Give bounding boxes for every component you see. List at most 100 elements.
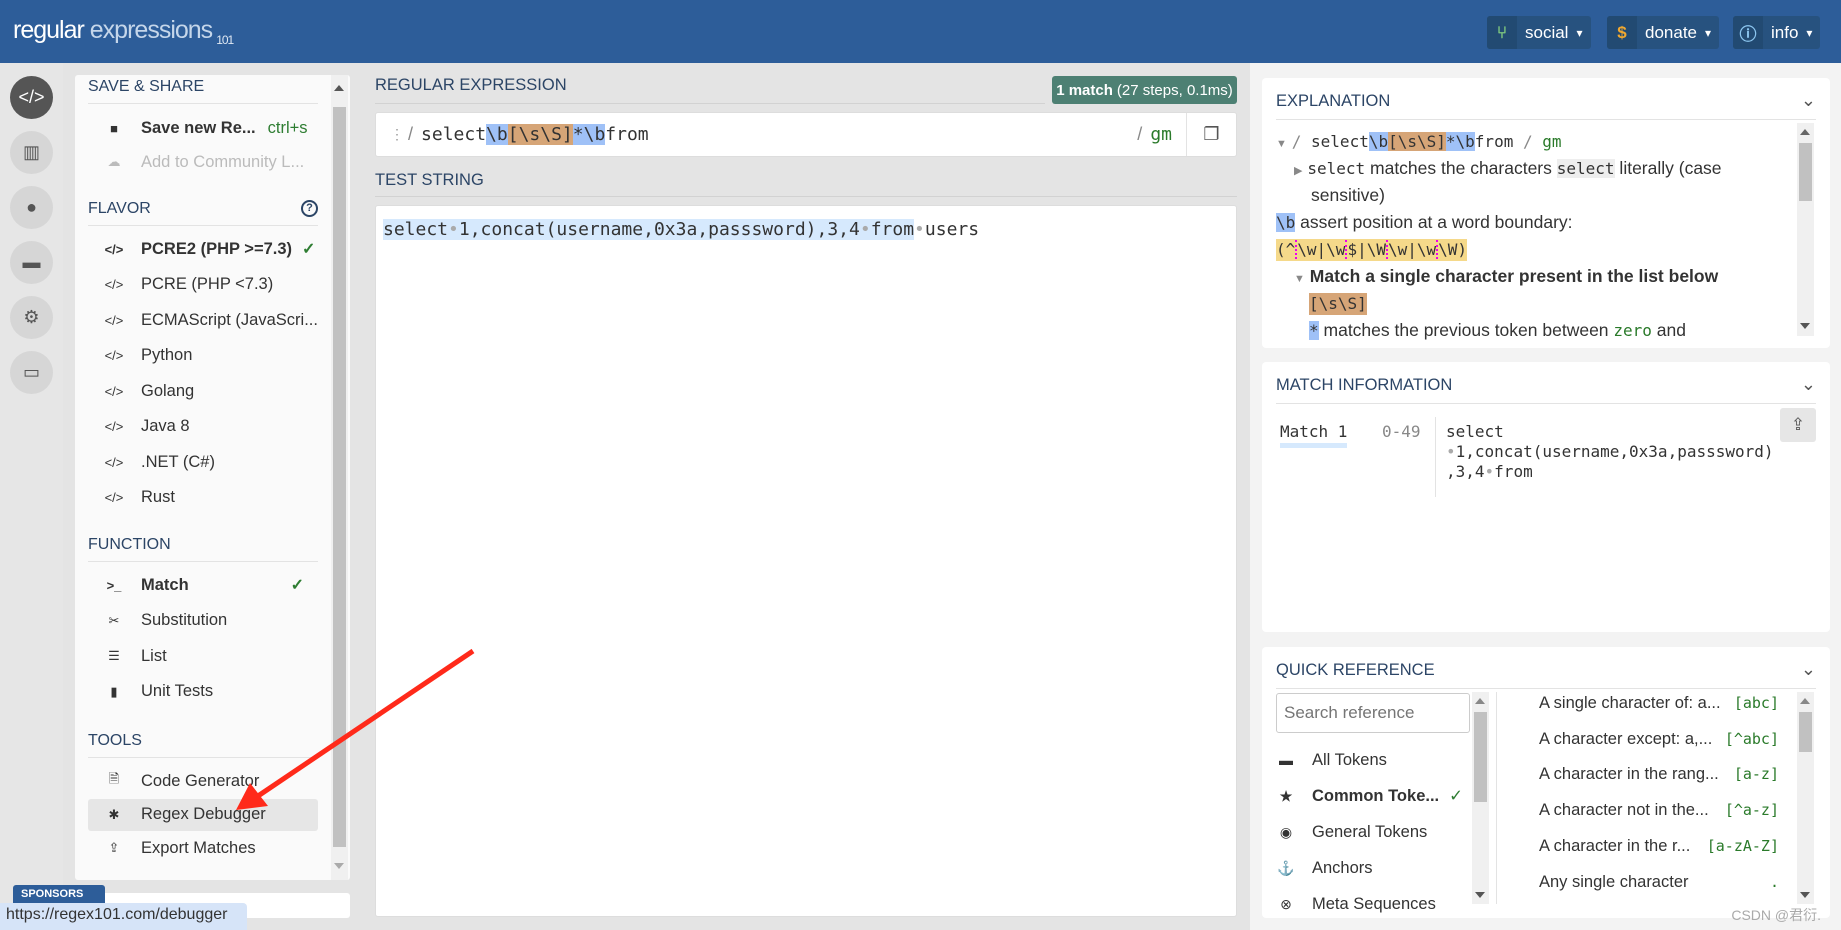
match-label[interactable]: Match 1 [1280,422,1348,448]
function-item[interactable]: >_ Match ✓ [88,569,318,601]
floppy-icon: ■ [110,120,118,136]
reference-token[interactable]: A character except: a,... [^abc] [1539,730,1779,749]
flavor-label: PCRE2 (PHP >=7.3) [141,239,293,258]
info-button[interactable]: ⓘ info ▾ [1733,16,1821,49]
scroll-down-icon[interactable] [334,863,344,869]
chevron-down-icon[interactable]: ⌄ [1801,90,1816,111]
user-icon[interactable]: ● [10,186,53,229]
quick-ref-header[interactable]: QUICK REFERENCE ⌄ [1276,659,1816,689]
reference-category[interactable]: ⊗ Meta Sequences [1276,889,1476,919]
flavor-item[interactable]: </> Golang [88,375,318,407]
reference-category[interactable]: ★ Common Toke... ✓ [1276,781,1476,811]
scroll-down-icon[interactable] [1800,892,1810,898]
reference-token[interactable]: A character in the rang... [a-z] [1539,765,1779,784]
explanation-select[interactable]: ▶ select matches the characters select l… [1294,155,1722,185]
sidebar-scrollbar[interactable] [331,75,348,880]
match-range: 0-49 [1382,422,1421,441]
search-reference-input[interactable] [1276,693,1470,733]
logo[interactable]: regular expressions 101 [13,16,234,47]
icon-rail: </> ▥ ● ▬ ⚙ ▭ [0,63,63,930]
add-to-community-button[interactable]: ☁ Add to Community L... [88,146,318,178]
chevron-down-icon[interactable]: ⌄ [1801,374,1816,395]
save-new-regex-button[interactable]: ■ Save new Re... ctrl+s [88,112,318,144]
quick-reference-panel: QUICK REFERENCE ⌄ ▬ All Tokens ★ Common Toke… [1262,647,1830,918]
reference-token[interactable]: A single character of: a... [abc] [1539,694,1779,713]
sponsors-tab[interactable]: SPONSORS [13,885,105,903]
caret-right-icon[interactable]: ▶ [1294,165,1302,177]
scrollbar-thumb[interactable] [1799,143,1812,201]
flavor-item[interactable]: </> Rust [88,482,318,514]
scroll-up-icon[interactable] [334,85,344,91]
test-string-input[interactable]: select•1,concat(username,0x3a,passsword)… [375,205,1237,917]
gamepad-icon[interactable]: ▬ [10,241,53,284]
token-description: A character not in the... [1539,801,1709,820]
scroll-down-icon[interactable] [1475,892,1485,898]
scrollbar-thumb[interactable] [1799,712,1812,752]
quick-ref-title: QUICK REFERENCE [1276,661,1435,679]
text: Match a single character present in the … [1309,266,1719,286]
explanation-charclass[interactable]: ▼ Match a single character present in th… [1294,263,1718,293]
tokens-scrollbar[interactable] [1797,692,1814,904]
copy-icon[interactable]: ❐ [1186,113,1236,156]
explanation-header[interactable]: EXPLANATION ⌄ [1276,90,1816,120]
sidebar: SAVE & SHARE ■ Save new Re... ctrl+s ☁ Add … [75,75,350,880]
regex-flags[interactable]: gm [1150,124,1172,145]
scroll-up-icon[interactable] [1475,698,1485,704]
settings-icon[interactable]: ⚙ [10,296,53,339]
code-icon[interactable]: </> [10,76,53,119]
flavor-item[interactable]: </> ECMAScript (JavaScri... [88,304,318,336]
category-label: All Tokens [1312,750,1387,769]
tool-item[interactable]: 🗎 Code Generator [88,765,318,797]
chevron-down-icon[interactable]: ⌄ [1801,659,1816,680]
chat-icon[interactable]: ▭ [10,351,53,394]
function-item[interactable]: ▮ Unit Tests [88,676,318,708]
test-tube-icon: ▮ [110,683,118,699]
scroll-up-icon[interactable] [1800,698,1810,704]
caret-down-icon[interactable]: ▼ [1294,273,1305,285]
drag-handle-icon[interactable]: ⋮ [390,126,404,143]
check-icon: ✓ [290,577,304,594]
reference-token[interactable]: A character in the r... [a-zA-Z] [1539,837,1779,856]
text: and [1651,320,1686,340]
function-item[interactable]: ☰ List [88,640,318,672]
match-info-header[interactable]: MATCH INFORMATION ⌄ [1276,374,1816,404]
text: matches the previous token between [1318,320,1614,340]
scissors-icon: ✂ [108,612,120,628]
help-icon[interactable]: ? [301,200,318,217]
chevron-down-icon: ▾ [1576,25,1583,40]
reference-token[interactable]: A character not in the... [^a-z] [1539,801,1779,820]
flavor-title: FLAVOR [88,200,151,217]
scroll-up-icon[interactable] [1800,129,1810,135]
chevron-down-icon: ▾ [1705,25,1712,40]
explanation-root[interactable]: ▼ / select\b[\s\S]*\bfrom / gm [1276,128,1562,158]
export-icon[interactable]: ⇪ [1780,408,1816,442]
caret-down-icon[interactable]: ▼ [1276,138,1287,150]
tool-item[interactable]: ✱ Regex Debugger [88,798,318,831]
part: (^ [1276,240,1296,259]
tool-label: Regex Debugger [141,805,266,823]
reference-token[interactable]: Any single character. [1539,873,1779,892]
flavor-item[interactable]: </> PCRE2 (PHP >=7.3) ✓ [88,233,318,265]
scrollbar-thumb[interactable] [333,107,346,847]
flavor-item[interactable]: </> Python [88,340,318,372]
flavor-label: .NET (C#) [141,452,215,471]
flavor-item[interactable]: </> PCRE (PHP <7.3) [88,269,318,301]
flavor-item[interactable]: </> Java 8 [88,411,318,443]
function-item[interactable]: ✂ Substitution [88,605,318,637]
tool-item[interactable]: ⇪ Export Matches [88,832,318,864]
library-icon[interactable]: ▥ [10,131,53,174]
social-button[interactable]: ⑂ social ▾ [1487,16,1591,49]
scroll-down-icon[interactable] [1800,323,1810,329]
reference-category[interactable]: ◉ General Tokens [1276,817,1476,847]
info-label: info [1771,22,1799,42]
reference-category[interactable]: ⚓ Anchors [1276,853,1476,883]
donate-button[interactable]: $ donate ▾ [1607,16,1720,49]
reference-category[interactable]: ▬ All Tokens [1276,745,1476,775]
anchor-icon: ⚓ [1277,859,1295,876]
flavor-item[interactable]: </> .NET (C#) [88,446,318,478]
explanation-scrollbar[interactable] [1797,123,1814,336]
regex-input[interactable]: ⋮ / select\b[\s\S]*\bfrom / gm ❐ [375,112,1237,157]
flavor-label: Rust [141,488,175,506]
code-icon: </> [104,419,124,434]
token: from [1474,132,1514,151]
